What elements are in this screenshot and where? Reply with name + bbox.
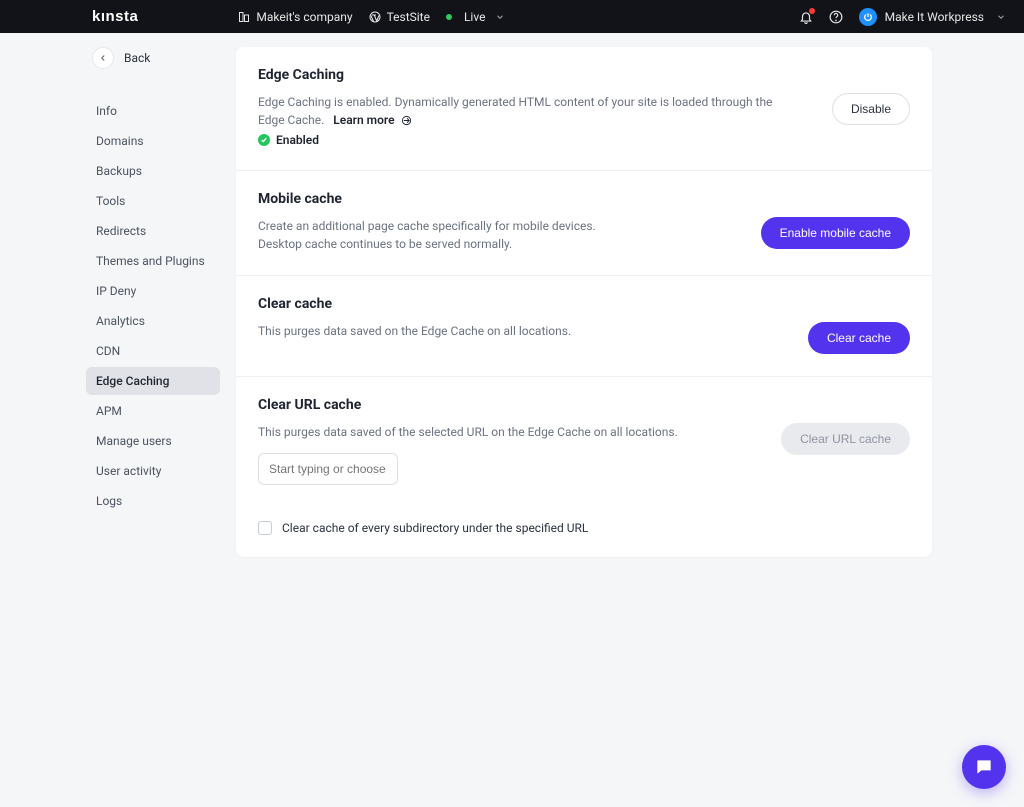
section-edge-caching: Edge Caching Edge Caching is enabled. Dy…: [236, 47, 932, 171]
sidebar-item-cdn[interactable]: CDN: [86, 337, 222, 365]
sidebar-item-manage-users[interactable]: Manage users: [86, 427, 222, 455]
company-icon: [238, 11, 250, 23]
external-link-icon: [401, 115, 412, 126]
sidebar-item-info[interactable]: Info: [86, 97, 222, 125]
chevron-down-icon: [495, 12, 505, 22]
section-mobile-cache: Mobile cache Create an additional page c…: [236, 171, 932, 276]
sidebar-item-backups[interactable]: Backups: [86, 157, 222, 185]
section-clear-cache: Clear cache This purges data saved on th…: [236, 276, 932, 377]
clear-url-cache-button: Clear URL cache: [781, 423, 910, 455]
live-indicator-icon: [446, 14, 452, 20]
sidebar-nav: InfoDomainsBackupsToolsRedirectsThemes a…: [86, 97, 222, 515]
wordpress-icon: [369, 11, 381, 23]
sidebar-item-logs[interactable]: Logs: [86, 487, 222, 515]
sidebar-item-redirects[interactable]: Redirects: [86, 217, 222, 245]
sidebar-item-domains[interactable]: Domains: [86, 127, 222, 155]
learn-more-link[interactable]: Learn more: [333, 113, 394, 127]
chevron-down-icon: [996, 12, 1006, 22]
enable-mobile-cache-button[interactable]: Enable mobile cache: [761, 217, 910, 249]
clear-cache-button[interactable]: Clear cache: [808, 322, 910, 354]
notification-dot-icon: [809, 8, 815, 14]
top-bar: kınsta Makeit's company TestSite Live: [0, 0, 1024, 33]
url-cache-input[interactable]: [258, 453, 398, 485]
section-description: This purges data saved of the selected U…: [258, 423, 757, 441]
main-panel: Edge Caching Edge Caching is enabled. Dy…: [236, 47, 932, 557]
sidebar-item-edge-caching[interactable]: Edge Caching: [86, 367, 220, 395]
disable-button[interactable]: Disable: [832, 93, 910, 125]
section-description: Create an additional page cache specific…: [258, 217, 596, 253]
user-menu[interactable]: Make It Workpress: [859, 8, 1006, 26]
help-button[interactable]: [829, 10, 843, 24]
avatar: [859, 8, 877, 26]
sidebar-item-apm[interactable]: APM: [86, 397, 222, 425]
power-icon: [863, 12, 873, 22]
user-name: Make It Workpress: [885, 10, 984, 24]
back-button[interactable]: [92, 47, 114, 69]
back-label: Back: [124, 51, 150, 65]
sidebar: Back InfoDomainsBackupsToolsRedirectsThe…: [0, 47, 236, 557]
sidebar-item-ip-deny[interactable]: IP Deny: [86, 277, 222, 305]
section-title: Clear cache: [258, 296, 910, 312]
topbar-right: Make It Workpress: [799, 8, 1006, 26]
chat-icon: [974, 757, 994, 777]
notifications-button[interactable]: [799, 10, 813, 24]
breadcrumb-company[interactable]: Makeit's company: [238, 10, 352, 24]
breadcrumb-site[interactable]: TestSite: [369, 10, 430, 24]
subdirectory-checkbox[interactable]: [258, 521, 272, 535]
breadcrumb-company-label: Makeit's company: [256, 10, 352, 24]
arrow-left-icon: [98, 53, 108, 63]
sidebar-item-analytics[interactable]: Analytics: [86, 307, 222, 335]
section-description: This purges data saved on the Edge Cache…: [258, 322, 571, 340]
section-title: Clear URL cache: [258, 397, 910, 413]
section-title: Edge Caching: [258, 67, 910, 83]
breadcrumb: Makeit's company TestSite Live: [238, 10, 798, 24]
env-selector[interactable]: Live: [446, 10, 505, 24]
check-icon: [258, 134, 270, 146]
env-label: Live: [464, 10, 485, 24]
chat-launcher[interactable]: [962, 745, 1006, 789]
section-description: Edge Caching is enabled. Dynamically gen…: [258, 93, 778, 129]
help-icon: [829, 10, 843, 24]
sidebar-item-themes-and-plugins[interactable]: Themes and Plugins: [86, 247, 222, 275]
status-badge: Enabled: [258, 133, 319, 147]
sidebar-item-tools[interactable]: Tools: [86, 187, 222, 215]
section-title: Mobile cache: [258, 191, 910, 207]
breadcrumb-site-label: TestSite: [387, 10, 430, 24]
sidebar-item-user-activity[interactable]: User activity: [86, 457, 222, 485]
subdirectory-checkbox-label: Clear cache of every subdirectory under …: [282, 521, 588, 535]
brand-logo[interactable]: kınsta: [92, 8, 138, 25]
section-clear-url-cache: Clear URL cache This purges data saved o…: [236, 377, 932, 557]
